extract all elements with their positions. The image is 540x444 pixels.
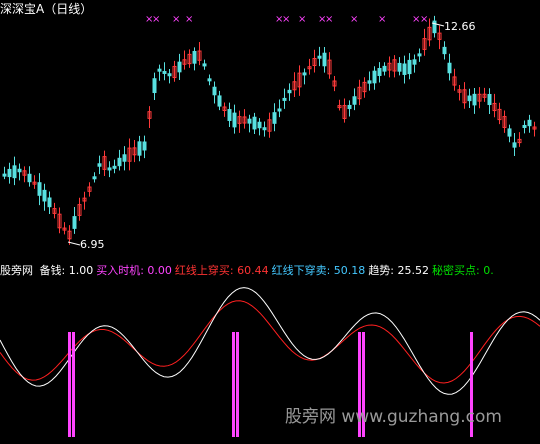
sell-marker: × [152,14,160,25]
red-line [0,300,540,384]
candle-body [192,50,197,64]
candle-body [282,97,287,101]
candle-body [232,112,237,128]
candle-body [272,112,277,124]
candle-body [382,65,387,72]
sell-marker: × [282,14,290,25]
candle-body [372,70,377,84]
candle-body [2,173,7,177]
buy-signal-bar [232,332,235,437]
candle-body [137,141,142,156]
candle-body [287,89,292,94]
candle-body [367,80,372,84]
candle-body [152,78,157,94]
candle-body [42,189,47,202]
candle-body [512,142,517,148]
candle-body [17,168,22,173]
candle-body [112,165,117,169]
candle-body [257,121,262,129]
candle-body [407,59,412,75]
candle-body [162,70,167,74]
candle-body [522,124,527,128]
candle-body [217,95,222,107]
stock-chart-window: 深深宝A（日线） × × × × × × × × × × × × × 12.66 6.95 股旁网 备钱: … [0,0,540,444]
candle-body [177,61,182,73]
candle-body [352,96,357,105]
candle-body [262,127,267,131]
sell-marker: × [350,14,358,25]
candle-body [322,52,327,67]
candle-body [122,154,127,162]
candle-body [7,168,12,178]
buy-signal-bar [72,332,75,437]
candle-body [527,119,532,127]
sell-marker: × [378,14,386,25]
candle-body [402,63,407,75]
candle-body [317,55,322,59]
candle-body [212,86,217,96]
sell-marker: × [172,14,180,25]
watermark: 股旁网 www.guzhang.com [285,407,502,427]
candle-body [347,104,352,110]
white-line [0,287,540,395]
candle-body [487,93,492,106]
price-panel[interactable]: × × × × × × × × × × × × × 12.66 6.95 [0,0,540,262]
candle-body [92,176,97,180]
candle-body [412,59,417,65]
buy-signal-bar [68,332,71,437]
low-price-label: 6.95 [80,238,105,251]
candle-body [447,62,452,74]
candle-body [472,93,477,106]
candle-body [252,116,257,130]
candle-body [442,46,447,55]
candle-body [27,173,32,183]
candle-body [117,157,122,167]
candle-body [97,163,102,167]
candle-body [377,68,382,76]
candlestick-chart[interactable]: ×× × × ×× × ×× × × × ×12.666.95 [0,0,540,262]
candle-body [207,78,212,82]
candle-body [12,165,17,179]
candle-body [37,182,42,196]
candle-body [47,197,52,208]
candle-body [72,216,77,229]
candle-body [202,63,207,67]
candle-body [142,141,147,151]
candle-body [302,72,307,76]
candle-body [277,108,282,112]
sell-marker: × [185,14,193,25]
candle-body [247,118,252,124]
sell-marker: × [420,14,428,25]
sell-marker: × [325,14,333,25]
candle-body [227,109,232,121]
candle-body [157,68,162,72]
sell-marker: × [298,14,306,25]
candle-body [507,128,512,137]
candle-body [107,167,112,171]
candle-body [167,73,172,77]
high-price-label: 12.66 [444,20,476,33]
candle-body [417,53,422,57]
candle-body [432,20,437,34]
buy-signal-bar [236,332,239,437]
candle-body [467,95,472,102]
candle-body [397,62,402,72]
